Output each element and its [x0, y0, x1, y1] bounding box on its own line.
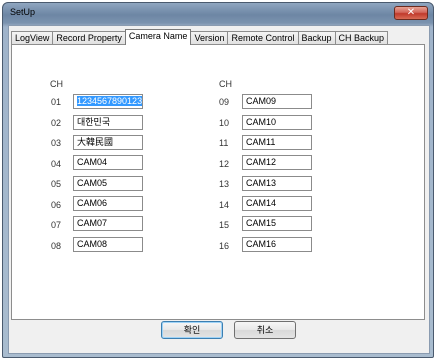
close-icon: ✕ [406, 7, 416, 18]
camera-name-field-07[interactable]: CAM07 [73, 216, 143, 231]
channel-number: 06 [51, 200, 62, 210]
channel-number: 15 [219, 220, 230, 230]
dialog-client-area: LogView Record Property Camera Name Vers… [8, 25, 430, 354]
tab-logview[interactable]: LogView [11, 31, 54, 44]
tab-record-property[interactable]: Record Property [52, 31, 126, 44]
channel-number: 07 [51, 220, 62, 230]
channel-number: 03 [51, 138, 62, 148]
camera-name-field-02[interactable]: 대한민국 [73, 115, 143, 130]
channel-number: 02 [51, 118, 62, 128]
window-title: SetUp [10, 7, 36, 17]
camera-name-field-03[interactable]: 大韓民國 [73, 135, 143, 150]
camera-name-field-06[interactable]: CAM06 [73, 196, 143, 211]
ch-column-header-right: CH [219, 79, 232, 89]
channel-number: 05 [51, 179, 62, 189]
channel-number: 12 [219, 159, 230, 169]
channel-number: 14 [219, 200, 230, 210]
channel-number: 01 [51, 97, 62, 107]
setup-window: SetUp ✕ LogView Record Property Camera N… [2, 2, 434, 358]
camera-name-panel: CH CH 01 1234567890123456 02 대한민국 03 大韓民… [11, 44, 425, 320]
tab-ch-backup[interactable]: CH Backup [334, 31, 389, 44]
camera-name-field-05[interactable]: CAM05 [73, 176, 143, 191]
channel-number: 11 [219, 138, 229, 148]
camera-name-field-12[interactable]: CAM12 [242, 155, 312, 170]
channel-number: 10 [219, 118, 230, 128]
camera-name-field-15[interactable]: CAM15 [242, 216, 312, 231]
close-button[interactable]: ✕ [394, 6, 428, 20]
cancel-button[interactable]: 취소 [234, 321, 296, 339]
camera-name-field-11[interactable]: CAM11 [242, 135, 312, 150]
tab-backup[interactable]: Backup [297, 31, 336, 44]
camera-name-field-09[interactable]: CAM09 [242, 94, 312, 109]
channel-number: 04 [51, 159, 62, 169]
selected-text: 1234567890123456 [77, 96, 142, 106]
channel-number: 09 [219, 97, 230, 107]
camera-name-field-04[interactable]: CAM04 [73, 155, 143, 170]
tab-strip: LogView Record Property Camera Name Vers… [11, 29, 389, 45]
channel-number: 13 [219, 179, 230, 189]
camera-name-field-01[interactable]: 1234567890123456 [73, 94, 143, 109]
tab-camera-name[interactable]: Camera Name [124, 29, 192, 45]
channel-number: 16 [219, 241, 230, 251]
ch-column-header-left: CH [50, 79, 63, 89]
camera-name-field-16[interactable]: CAM16 [242, 237, 312, 252]
ok-button[interactable]: 확인 [161, 321, 223, 339]
title-bar[interactable]: SetUp ✕ [3, 3, 433, 24]
tab-remote-control[interactable]: Remote Control [227, 31, 299, 44]
channel-number: 08 [51, 241, 62, 251]
camera-name-field-13[interactable]: CAM13 [242, 176, 312, 191]
camera-name-field-14[interactable]: CAM14 [242, 196, 312, 211]
tab-version[interactable]: Version [190, 31, 229, 44]
camera-name-field-10[interactable]: CAM10 [242, 115, 312, 130]
camera-name-field-08[interactable]: CAM08 [73, 237, 143, 252]
